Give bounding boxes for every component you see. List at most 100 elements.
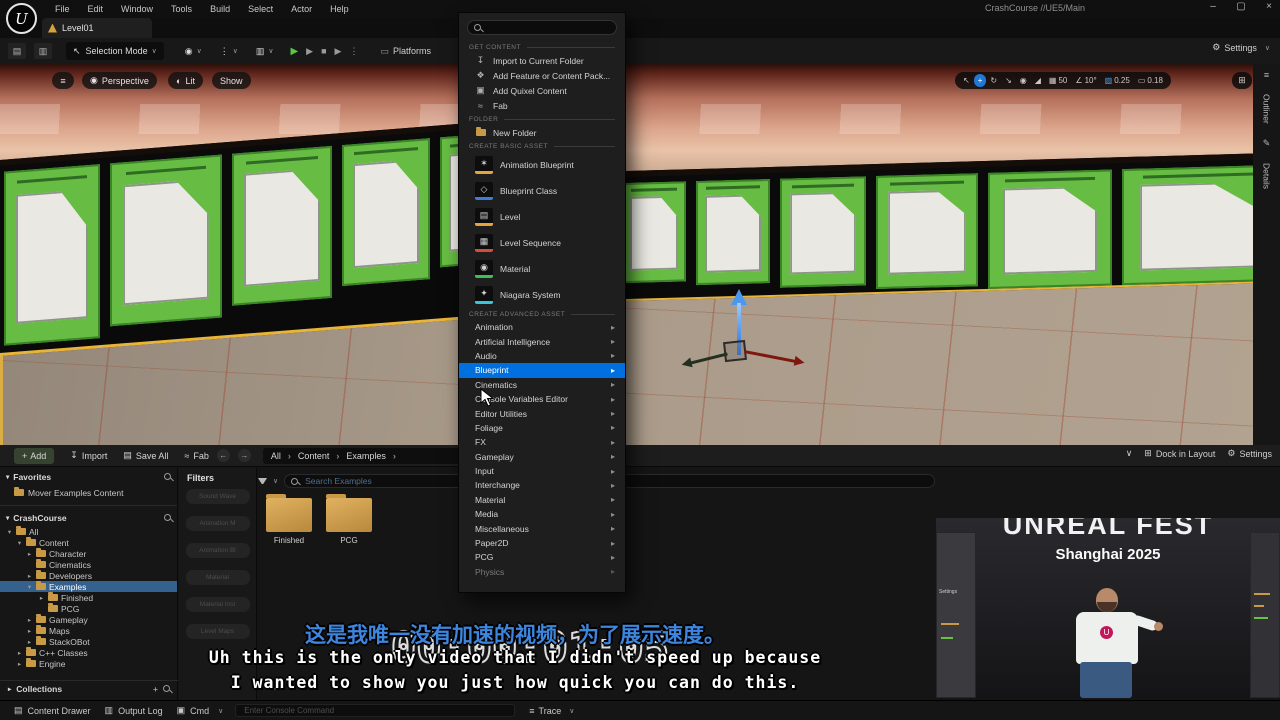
tree-item-all[interactable]: ▾All: [0, 526, 177, 537]
play-options-kebab[interactable]: ⋮: [349, 46, 358, 57]
menu-item-physics[interactable]: Physics▸: [459, 565, 625, 579]
save-all-button[interactable]: ▤ Save All: [123, 450, 168, 461]
add-button[interactable]: + Add: [14, 448, 54, 464]
filter-chip[interactable]: Level Maps: [186, 624, 250, 639]
menu-search-bar[interactable]: [467, 20, 617, 35]
breadcrumb-content[interactable]: Content: [298, 451, 330, 461]
path-chevron-button[interactable]: ∨: [1126, 448, 1133, 459]
add-content-dropdown[interactable]: ◉ ∨: [178, 42, 209, 60]
chevron-down-icon[interactable]: ∨: [273, 477, 278, 485]
filter-chip[interactable]: Material Inst: [186, 597, 250, 612]
menu-select[interactable]: Select: [239, 4, 282, 14]
menu-item-level[interactable]: ▤Level: [459, 204, 625, 230]
fab-button[interactable]: ≈ Fab: [184, 451, 208, 461]
project-header[interactable]: ▾ CrashCourse: [0, 509, 177, 526]
cb-settings-button[interactable]: ⚙ Settings: [1227, 448, 1272, 459]
lit-dropdown[interactable]: ◐ Lit: [168, 72, 203, 89]
menu-build[interactable]: Build: [201, 4, 239, 14]
menu-item-paper2d[interactable]: Paper2D▸: [459, 536, 625, 550]
back-button[interactable]: ←: [217, 449, 230, 462]
menu-item-animation-blueprint[interactable]: ✶Animation Blueprint: [459, 152, 625, 178]
menu-file[interactable]: File: [46, 4, 79, 14]
menu-tools[interactable]: Tools: [162, 4, 201, 14]
transform-gizmo[interactable]: [680, 289, 820, 384]
menu-item-add-feature[interactable]: ❖Add Feature or Content Pack...: [459, 68, 625, 83]
rotate-tool[interactable]: ↻: [986, 74, 1001, 87]
viewport-maximize-button[interactable]: ⊞: [1232, 72, 1252, 89]
menu-item-miscellaneous[interactable]: Miscellaneous▸: [459, 521, 625, 535]
surface-snap-toggle[interactable]: ◢: [1031, 74, 1045, 87]
select-tool[interactable]: ↖: [959, 74, 974, 87]
favorite-mover-examples[interactable]: Mover Examples Content: [0, 485, 177, 500]
folder-tile-finished[interactable]: Finished: [260, 498, 318, 545]
gizmo-x-arrow[interactable]: [744, 350, 796, 363]
tree-item-stackobot[interactable]: ▸StackOBot: [0, 636, 177, 647]
filter-chip[interactable]: Animation Bl: [186, 543, 250, 558]
import-button[interactable]: ↧ Import: [70, 450, 107, 461]
collections-header[interactable]: ▸ Collections +: [0, 680, 178, 696]
scale-snap-toggle[interactable]: ▧ 0.25: [1101, 74, 1134, 87]
menu-item-niagara-system[interactable]: ✦Niagara System: [459, 282, 625, 308]
menu-item-audio[interactable]: Audio▸: [459, 349, 625, 363]
maximize-button[interactable]: ▢: [1228, 1, 1254, 12]
menu-item-gameplay[interactable]: Gameplay▸: [459, 450, 625, 464]
menu-item-fab[interactable]: ≈Fab: [459, 98, 625, 113]
close-button[interactable]: ×: [1256, 1, 1280, 12]
tab-details[interactable]: Details: [1262, 163, 1272, 189]
dock-in-layout-button[interactable]: ⊞ Dock in Layout: [1144, 448, 1215, 459]
filter-chip[interactable]: Animation M: [186, 516, 250, 531]
forward-button[interactable]: →: [238, 449, 251, 462]
menu-item-fx[interactable]: FX▸: [459, 435, 625, 449]
menu-item-interchange[interactable]: Interchange▸: [459, 478, 625, 492]
gizmo-y-arrow[interactable]: [690, 352, 728, 364]
cinematics-dropdown[interactable]: ▥ ∨: [249, 42, 281, 60]
minimize-button[interactable]: –: [1200, 1, 1226, 12]
search-icon[interactable]: [164, 473, 171, 480]
source-control-icon[interactable]: ▥: [34, 43, 52, 59]
tree-item-examples[interactable]: ▾Examples: [0, 581, 177, 592]
menu-item-editor-utilities[interactable]: Editor Utilities▸: [459, 406, 625, 420]
menu-window[interactable]: Window: [112, 4, 162, 14]
frame-skip-button[interactable]: ▶: [306, 46, 313, 57]
menu-item-animation[interactable]: Animation▸: [459, 320, 625, 334]
tree-item-cinematics[interactable]: Cinematics: [0, 559, 177, 570]
breadcrumb-examples[interactable]: Examples: [346, 451, 386, 461]
menu-item-artificial-intelligence[interactable]: Artificial Intelligence▸: [459, 334, 625, 348]
console-command-bar[interactable]: [235, 704, 515, 717]
world-local-toggle[interactable]: ◉: [1016, 74, 1031, 87]
tree-item-pcg[interactable]: PCG: [0, 603, 177, 614]
menu-help[interactable]: Help: [321, 4, 358, 14]
tree-item-cpp-classes[interactable]: ▸C++ Classes: [0, 647, 177, 658]
menu-item-pcg[interactable]: PCG▸: [459, 550, 625, 564]
cmd-dropdown[interactable]: ▣ Cmd ∨: [177, 705, 224, 716]
tree-item-finished[interactable]: ▸Finished: [0, 592, 177, 603]
scale-tool[interactable]: ↘: [1001, 74, 1016, 87]
camera-speed[interactable]: ▭ 0.18: [1134, 74, 1167, 87]
menu-item-add-quixel[interactable]: ▣Add Quixel Content: [459, 83, 625, 98]
tab-outliner[interactable]: Outliner: [1262, 94, 1272, 124]
grid-snap-toggle[interactable]: ▦ 50: [1045, 74, 1071, 87]
content-drawer-button[interactable]: ▤ Content Drawer: [14, 705, 91, 716]
tree-item-engine[interactable]: ▸Engine: [0, 658, 177, 669]
menu-item-material-adv[interactable]: Material▸: [459, 493, 625, 507]
selection-mode-dropdown[interactable]: ↖ Selection Mode ∨: [66, 42, 164, 60]
console-command-input[interactable]: [242, 705, 508, 716]
search-icon[interactable]: [164, 514, 171, 521]
rotation-snap-toggle[interactable]: ∠ 10°: [1071, 74, 1100, 87]
menu-item-blueprint[interactable]: Blueprint▸: [459, 363, 625, 377]
folder-tile-pcg[interactable]: PCG: [320, 498, 378, 545]
eject-button[interactable]: ▶: [335, 46, 342, 57]
tree-item-gameplay[interactable]: ▸Gameplay: [0, 614, 177, 625]
platforms-label[interactable]: Platforms: [393, 46, 431, 56]
menu-item-import[interactable]: ↧Import to Current Folder: [459, 53, 625, 68]
platforms-icon[interactable]: ▭: [380, 46, 389, 57]
tab-level01[interactable]: Level01: [42, 18, 152, 38]
menu-item-new-folder[interactable]: New Folder: [459, 125, 625, 140]
tree-item-developers[interactable]: ▸Developers: [0, 570, 177, 581]
filter-chip[interactable]: Material: [186, 570, 250, 585]
play-button[interactable]: ▶: [290, 46, 298, 57]
breadcrumb-all[interactable]: All: [271, 451, 281, 461]
perspective-dropdown[interactable]: ◉ Perspective: [82, 72, 157, 89]
menu-actor[interactable]: Actor: [282, 4, 321, 14]
blueprints-dropdown[interactable]: ⋮ ∨: [213, 42, 245, 60]
